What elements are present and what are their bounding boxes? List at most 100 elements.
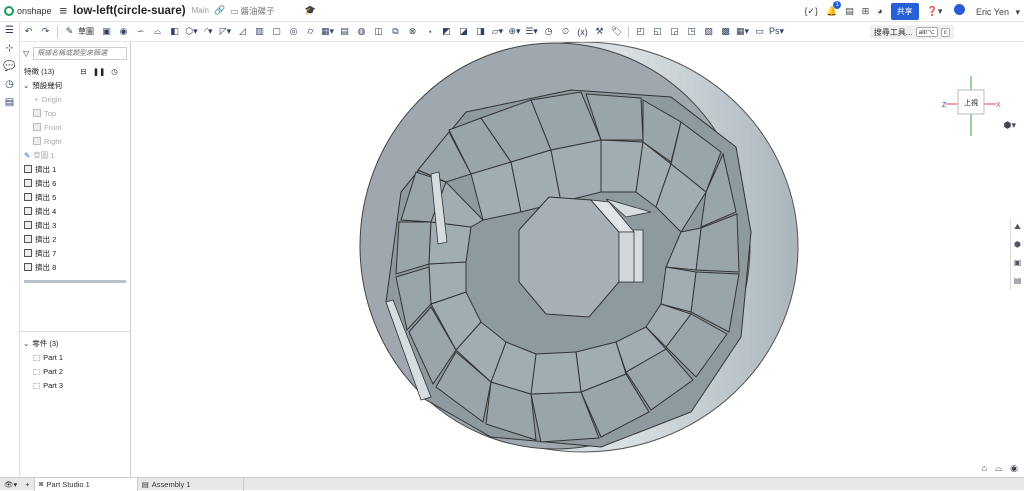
menu-icon[interactable]: ≡ — [60, 3, 68, 18]
tab-icon[interactable]: ◲ — [667, 25, 682, 39]
redo-icon[interactable]: ↷ — [38, 25, 53, 39]
view-options-icon[interactable]: ⬢▾ — [1004, 120, 1016, 131]
enclose-icon[interactable]: ⬡▾ — [184, 25, 199, 39]
folder-breadcrumb[interactable]: ▭ 醬油碟子 — [230, 5, 274, 17]
part-item[interactable]: ⬚ Part 2 — [20, 364, 130, 378]
rollback-bar[interactable] — [24, 280, 126, 283]
feature-item[interactable]: 擠出 8 — [20, 260, 130, 274]
branch-label[interactable]: Main — [192, 6, 209, 15]
history-icon[interactable]: ◷ — [0, 76, 19, 94]
search-tools-input[interactable]: 搜尋工具... alt/⌥ c — [869, 25, 954, 39]
bom-icon[interactable]: ▤ — [0, 94, 19, 112]
transform-icon[interactable]: ⧉ — [388, 25, 403, 39]
camera-icon[interactable]: ◉ — [1010, 463, 1018, 474]
view-cube[interactable]: 上視 Z X — [936, 56, 1006, 146]
chevron-down-icon[interactable]: ⌄ — [23, 81, 29, 90]
loft-icon[interactable]: ⌓ — [150, 25, 165, 39]
apps-icon[interactable]: ⊞ — [862, 6, 870, 17]
shell-icon[interactable]: ▢ — [269, 25, 284, 39]
corner-icon[interactable]: ◳ — [684, 25, 699, 39]
section-view-icon[interactable]: ⌓ — [995, 463, 1002, 474]
extrude-icon[interactable]: ▣ — [99, 25, 114, 39]
default-item-front[interactable]: Front — [20, 120, 130, 134]
pause-icon[interactable]: ❚❚ — [93, 67, 106, 76]
parts-group[interactable]: ⌄ 零件 (3) — [20, 336, 130, 350]
measure-icon[interactable]: ◷ — [541, 25, 556, 39]
export-icon[interactable]: ▤ — [1011, 272, 1024, 290]
feature-item[interactable]: 擠出 5 — [20, 190, 130, 204]
view-cube-graphic[interactable]: 上視 Z X — [936, 56, 1006, 146]
feature-item[interactable]: 擠出 1 — [20, 162, 130, 176]
thicken-icon[interactable]: ◧ — [167, 25, 182, 39]
help-icon[interactable]: ❓▾ — [927, 6, 943, 17]
document-title[interactable]: low-left(circle-suare) — [73, 5, 185, 17]
revolve-icon[interactable]: ◉ — [116, 25, 131, 39]
modify-fillet-icon[interactable]: ◔ — [422, 25, 437, 39]
render-icon[interactable]: ▣ — [1011, 254, 1024, 272]
appearance-icon[interactable]: ⛰ — [1011, 218, 1024, 236]
tab-assembly-1[interactable]: ▤ Assembly 1 — [138, 477, 244, 491]
clock-icon[interactable]: ⏲ — [558, 25, 573, 39]
feature-sketch-1[interactable]: ✎ 草圖 1 — [20, 148, 130, 162]
pattern-icon[interactable]: ▦▾ — [320, 25, 335, 39]
mass-properties-icon[interactable]: ⬢ — [1011, 236, 1024, 254]
frame-icon[interactable]: ▩ — [718, 25, 733, 39]
code-icon[interactable]: {✓} — [804, 6, 818, 17]
rib-icon[interactable]: ▥ — [252, 25, 267, 39]
list-icon[interactable]: ☰▾ — [524, 25, 539, 39]
default-item-origin[interactable]: • Origin — [20, 92, 130, 106]
rollback-icon[interactable]: ⊟ — [80, 67, 86, 76]
onshape-logo[interactable]: onshape — [4, 5, 52, 16]
filter-input[interactable] — [33, 46, 128, 60]
share-button[interactable]: 共享 — [890, 2, 919, 20]
document-icon[interactable]: ▤ — [845, 6, 854, 17]
replace-face-icon[interactable]: ◪ — [456, 25, 471, 39]
panel-divider[interactable] — [20, 331, 130, 332]
notifications-icon[interactable]: 🔔 1 — [826, 0, 842, 17]
cam-icon[interactable]: ▭ — [752, 25, 767, 39]
feature-item[interactable]: 擠出 3 — [20, 218, 130, 232]
feature-item[interactable]: 擠出 2 — [20, 232, 130, 246]
draft-icon[interactable]: ◿ — [235, 25, 250, 39]
feature-item[interactable]: 擠出 6 — [20, 176, 130, 190]
tools-icon[interactable]: ⚒ — [592, 25, 607, 39]
part-item[interactable]: ⬚ Part 3 — [20, 378, 130, 392]
feature-item[interactable]: 擠出 7 — [20, 246, 130, 260]
graphics-viewport[interactable]: 上視 Z X ⬢▾ ⌂ ⌓ ◉ — [131, 41, 1024, 477]
variables-icon[interactable]: ⊹ — [0, 40, 19, 58]
bend-icon[interactable]: ▨ — [701, 25, 716, 39]
sketch-button[interactable]: 草圖 — [78, 26, 94, 37]
mate-connector-icon[interactable]: ⊕▾ — [507, 25, 522, 39]
variable-icon[interactable]: (x) — [575, 25, 590, 39]
tab-part-studio-1[interactable]: ⧈ Part Studio 1 — [34, 477, 138, 491]
display-mode-icon[interactable]: ⌂ — [982, 463, 987, 474]
boolean-icon[interactable]: ◍ — [354, 25, 369, 39]
fillet-icon[interactable]: ◜▾ — [201, 25, 216, 39]
tag-icon[interactable]: 🏷 — [609, 25, 624, 39]
part-item[interactable]: ⬚ Part 1 — [20, 350, 130, 364]
timer-icon[interactable]: ◷ — [111, 67, 118, 76]
user-menu[interactable]: Eric Yen ▾ — [950, 4, 1020, 18]
filter-icon[interactable]: ▽ — [23, 49, 29, 58]
default-item-right[interactable]: Right — [20, 134, 130, 148]
plugin-icon[interactable]: Ps▾ — [769, 25, 784, 39]
globe-icon[interactable]: ◕ — [877, 6, 882, 16]
flange-icon[interactable]: ◱ — [650, 25, 665, 39]
chevron-down-icon[interactable]: ⌄ — [23, 339, 29, 348]
hole-icon[interactable]: ◎ — [286, 25, 301, 39]
undo-icon[interactable]: ↶ — [21, 25, 36, 39]
split-icon[interactable]: ◫ — [371, 25, 386, 39]
feature-item[interactable]: 擠出 4 — [20, 204, 130, 218]
add-tab-button[interactable]: + — [21, 477, 35, 491]
mirror-icon[interactable]: ▤ — [337, 25, 352, 39]
link-icon[interactable]: 🔗 — [214, 5, 225, 16]
default-geometry-group[interactable]: ⌄ 預設幾何 — [20, 78, 130, 92]
delete-part-icon[interactable]: ⊗ — [405, 25, 420, 39]
model-render[interactable] — [131, 41, 1024, 477]
sheet-metal-icon[interactable]: ◰ — [633, 25, 648, 39]
move-face-icon[interactable]: ◩ — [439, 25, 454, 39]
default-item-top[interactable]: Top — [20, 106, 130, 120]
feature-list-icon[interactable]: ☰ — [0, 22, 19, 40]
sweep-icon[interactable]: ∽ — [133, 25, 148, 39]
chamfer-icon[interactable]: ◸▾ — [218, 25, 233, 39]
